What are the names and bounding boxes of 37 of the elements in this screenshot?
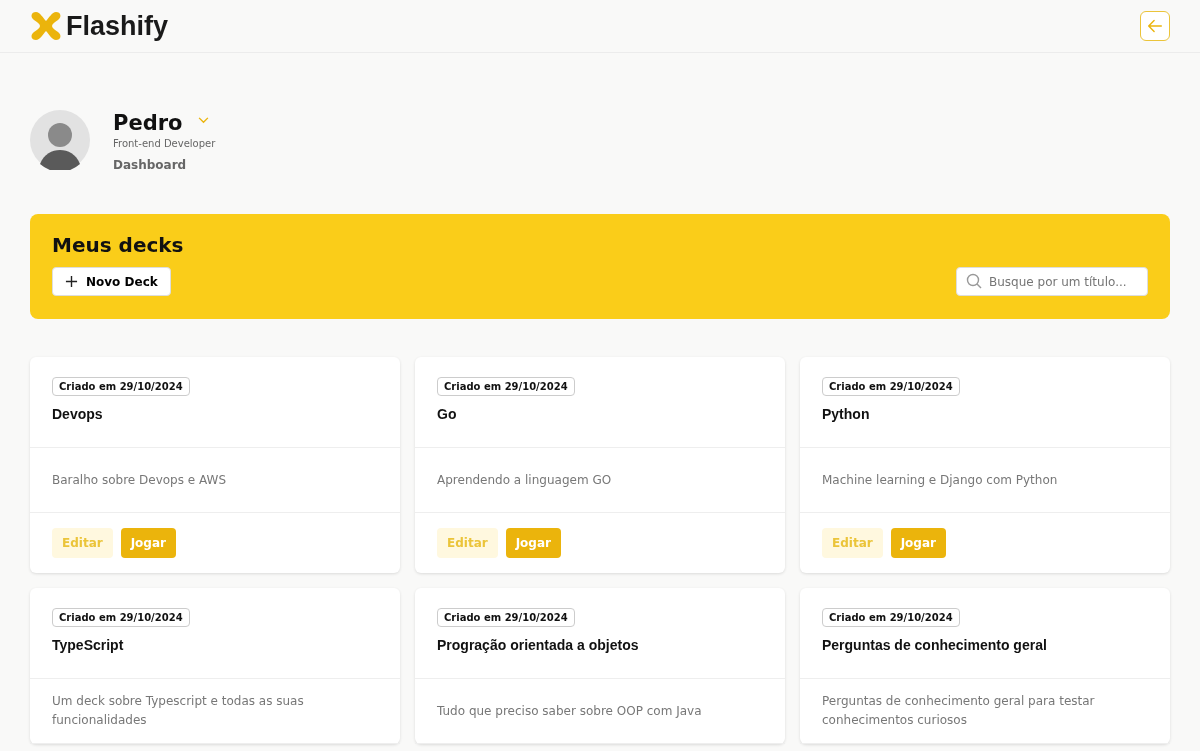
plus-icon — [65, 275, 78, 288]
date-tag: Criado em 29/10/2024 — [52, 608, 190, 627]
date-tag: Criado em 29/10/2024 — [822, 377, 960, 396]
edit-button[interactable]: Editar — [437, 528, 498, 558]
new-deck-button[interactable]: Novo Deck — [52, 267, 171, 296]
deck-description: Tudo que preciso saber sobre OOP com Java — [437, 702, 702, 720]
play-button[interactable]: Jogar — [505, 528, 561, 558]
date-tag: Criado em 29/10/2024 — [822, 608, 960, 627]
logo-icon — [30, 10, 62, 42]
logo-text: Flashify — [66, 10, 169, 42]
play-button[interactable]: Jogar — [890, 528, 946, 558]
banner-title: Meus decks — [52, 232, 185, 258]
edit-button[interactable]: Editar — [822, 528, 883, 558]
dashboard-link[interactable]: Dashboard — [113, 158, 187, 172]
avatar — [30, 110, 90, 170]
deck-title: Devops — [52, 406, 103, 422]
edit-button[interactable]: Editar — [52, 528, 113, 558]
deck-description: Baralho sobre Devops e AWS — [52, 471, 227, 489]
deck-description: Machine learning e Django com Python — [822, 471, 1058, 489]
user-name: Pedro — [113, 110, 183, 136]
search-field[interactable]: Busque por um título... — [956, 267, 1148, 296]
deck-title: Go — [437, 406, 457, 422]
play-button[interactable]: Jogar — [120, 528, 176, 558]
deck-title: TypeScript — [52, 637, 124, 653]
date-tag: Criado em 29/10/2024 — [52, 377, 190, 396]
arrow-left-icon — [1146, 17, 1164, 35]
user-role: Front-end Developer — [113, 138, 216, 149]
deck-description: Um deck sobre Typescript e todas as suas funcionalidades — [52, 693, 305, 729]
back-button[interactable] — [1140, 11, 1170, 41]
deck-description: Perguntas de conhecimento geral para testar conhecimentos curiosos — [822, 693, 1096, 729]
deck-title: Progração orientada a objetos — [437, 637, 639, 653]
deck-title: Python — [822, 406, 870, 422]
date-tag: Criado em 29/10/2024 — [437, 608, 575, 627]
deck-title: Perguntas de conhecimento geral — [822, 637, 1047, 653]
deck-description: Aprendendo a linguagem GO — [437, 471, 612, 489]
chevron-down-icon[interactable] — [198, 116, 210, 124]
date-tag: Criado em 29/10/2024 — [437, 377, 575, 396]
